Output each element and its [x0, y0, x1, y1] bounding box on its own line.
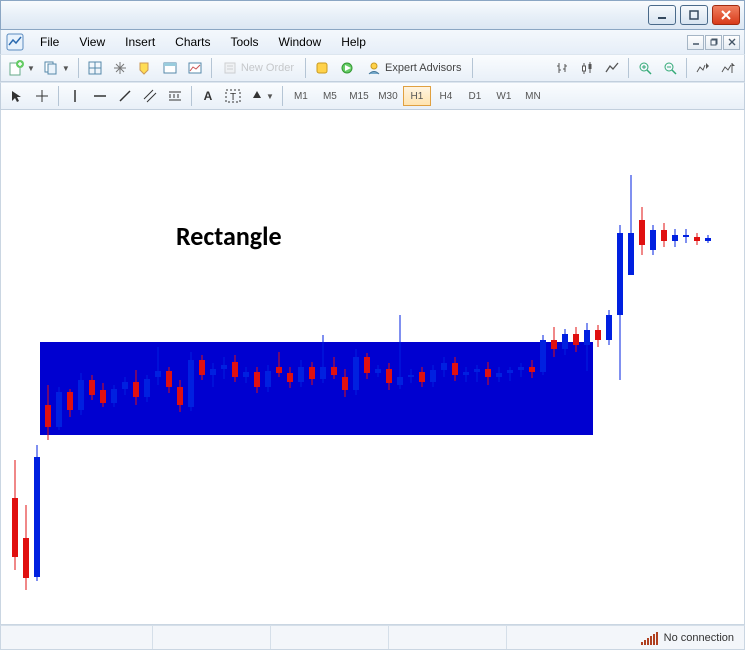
- timeframe-m15[interactable]: M15: [345, 86, 373, 106]
- toolbar-separator: [305, 58, 306, 78]
- navigator-button[interactable]: [108, 57, 132, 79]
- toolbar-separator: [78, 58, 79, 78]
- menu-window[interactable]: Window: [270, 32, 331, 52]
- chart-annotation-text: Rectangle: [176, 220, 282, 252]
- maximize-button[interactable]: [680, 5, 708, 25]
- fibonacci-button[interactable]: [163, 85, 187, 107]
- app-icon: [5, 32, 25, 52]
- cursor-button[interactable]: [5, 85, 29, 107]
- chart-shift-button[interactable]: [716, 57, 740, 79]
- data-window-button[interactable]: [133, 57, 157, 79]
- bar-chart-button[interactable]: [550, 57, 574, 79]
- timeframe-w1[interactable]: W1: [490, 86, 518, 106]
- menu-help[interactable]: Help: [332, 32, 375, 52]
- window-titlebar: [0, 0, 745, 30]
- toolbar-separator: [282, 86, 283, 106]
- standard-toolbar: ▼ ▼ New Order Expert Advisors: [0, 54, 745, 82]
- chart-area[interactable]: Rectangle: [0, 110, 745, 625]
- autotrading-button[interactable]: [335, 57, 359, 79]
- toolbar-separator: [191, 86, 192, 106]
- menu-charts[interactable]: Charts: [166, 32, 219, 52]
- mdi-minimize-button[interactable]: [687, 35, 704, 50]
- equidistant-channel-button[interactable]: [138, 85, 162, 107]
- status-cell: [153, 626, 271, 649]
- new-chart-button[interactable]: ▼: [5, 57, 39, 79]
- minimize-button[interactable]: [648, 5, 676, 25]
- strategy-tester-button[interactable]: [183, 57, 207, 79]
- zoom-in-button[interactable]: [633, 57, 657, 79]
- connection-label: No connection: [664, 632, 734, 644]
- connection-status[interactable]: No connection: [631, 631, 744, 645]
- text-label-button[interactable]: T: [221, 85, 245, 107]
- status-cell: [271, 626, 389, 649]
- close-button[interactable]: [712, 5, 740, 25]
- toolbar-separator: [211, 58, 212, 78]
- new-order-button[interactable]: New Order: [216, 57, 301, 79]
- chevron-down-icon: ▼: [266, 92, 274, 101]
- timeframe-m5[interactable]: M5: [316, 86, 344, 106]
- toolbar-separator: [472, 58, 473, 78]
- menu-view[interactable]: View: [70, 32, 114, 52]
- toolbar-separator: [686, 58, 687, 78]
- line-studies-toolbar: A T ▼ M1 M5 M15 M30 H1 H4 D1 W1 MN: [0, 82, 745, 110]
- line-chart-button[interactable]: [600, 57, 624, 79]
- trendline-button[interactable]: [113, 85, 137, 107]
- status-cell: [1, 626, 153, 649]
- menu-tools[interactable]: Tools: [222, 32, 268, 52]
- candlestick-series: [1, 110, 745, 625]
- expert-advisors-button[interactable]: Expert Advisors: [360, 57, 468, 79]
- menu-insert[interactable]: Insert: [116, 32, 164, 52]
- metaeditor-button[interactable]: [310, 57, 334, 79]
- horizontal-line-button[interactable]: [88, 85, 112, 107]
- menubar: File View Insert Charts Tools Window Hel…: [0, 30, 745, 54]
- connection-bars-icon: [641, 631, 658, 645]
- chevron-down-icon: ▼: [62, 64, 70, 73]
- text-button[interactable]: A: [196, 85, 220, 107]
- timeframe-h1[interactable]: H1: [403, 86, 431, 106]
- market-watch-button[interactable]: [83, 57, 107, 79]
- auto-scroll-button[interactable]: [691, 57, 715, 79]
- vertical-line-button[interactable]: [63, 85, 87, 107]
- menu-file[interactable]: File: [31, 32, 68, 52]
- chevron-down-icon: ▼: [27, 64, 35, 73]
- status-bar: No connection: [0, 625, 745, 650]
- arrows-button[interactable]: ▼: [246, 85, 278, 107]
- timeframe-m30[interactable]: M30: [374, 86, 402, 106]
- mdi-close-button[interactable]: [723, 35, 740, 50]
- toolbar-separator: [58, 86, 59, 106]
- terminal-button[interactable]: [158, 57, 182, 79]
- profiles-button[interactable]: ▼: [40, 57, 74, 79]
- mdi-controls: [687, 35, 740, 50]
- timeframe-mn[interactable]: MN: [519, 86, 547, 106]
- expert-advisors-label: Expert Advisors: [385, 62, 461, 74]
- timeframe-m1[interactable]: M1: [287, 86, 315, 106]
- mdi-restore-button[interactable]: [705, 35, 722, 50]
- crosshair-button[interactable]: [30, 85, 54, 107]
- timeframe-h4[interactable]: H4: [432, 86, 460, 106]
- new-order-label: New Order: [241, 62, 294, 74]
- status-cell: [389, 626, 507, 649]
- svg-text:T: T: [230, 92, 236, 103]
- candlestick-chart-button[interactable]: [575, 57, 599, 79]
- timeframe-d1[interactable]: D1: [461, 86, 489, 106]
- zoom-out-button[interactable]: [658, 57, 682, 79]
- toolbar-separator: [628, 58, 629, 78]
